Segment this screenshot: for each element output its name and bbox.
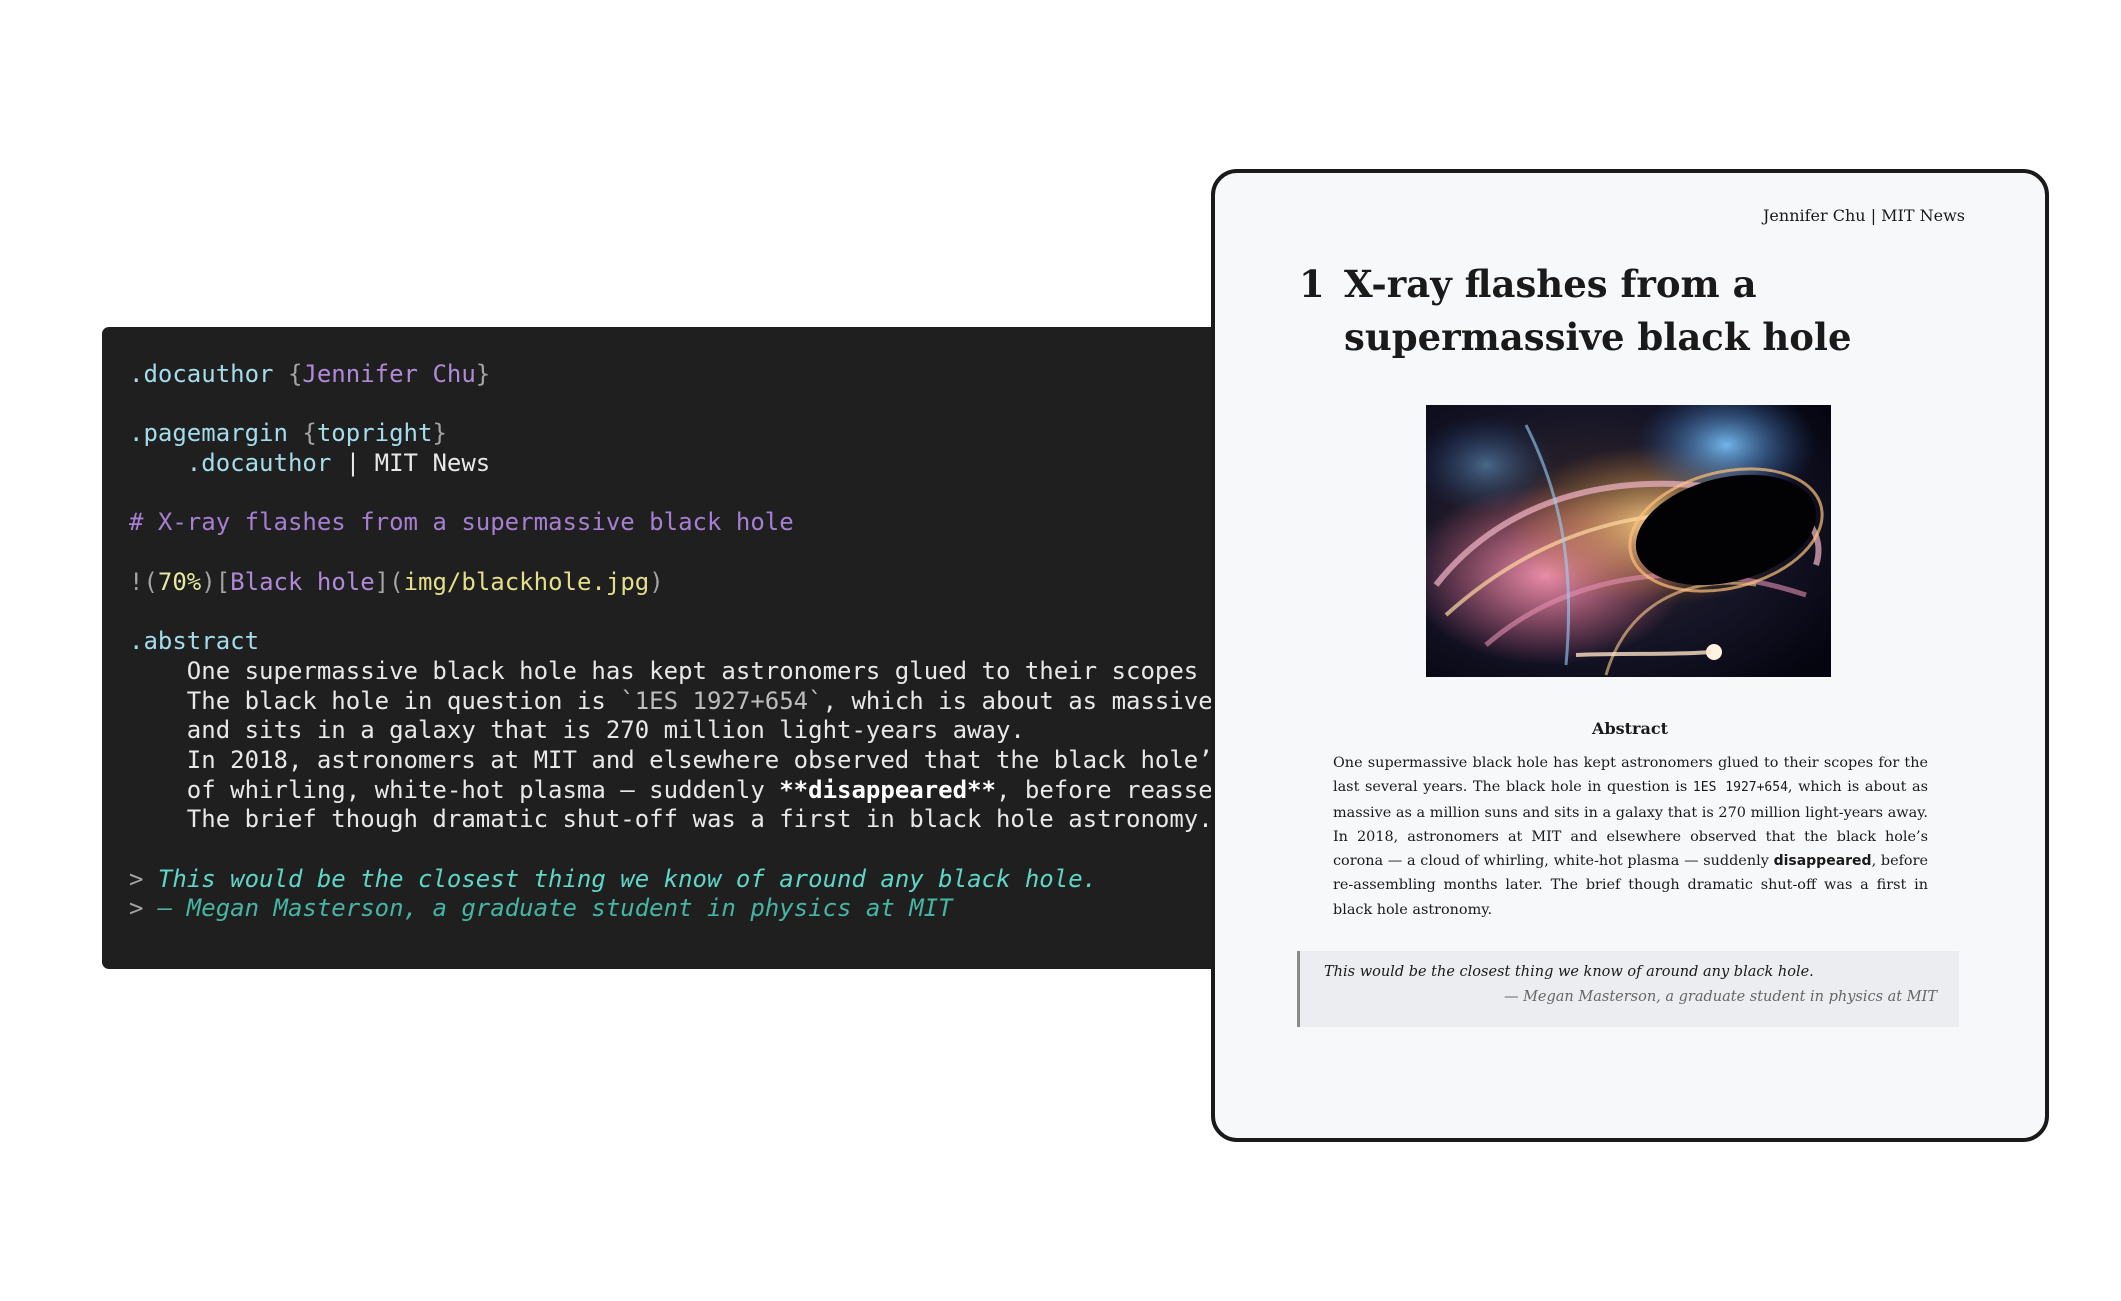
markdown-editor[interactable]: .docauthor {Jennifer Chu} .pagemargin {t… (102, 327, 1262, 969)
running-head: Jennifer Chu | MIT News (1763, 206, 1965, 225)
black-hole-image (1426, 405, 1831, 677)
section-title-text: X-ray flashes from a supermassive black … (1344, 262, 1852, 359)
code-line-abstract-text: The black hole in question is `1ES 1927+… (129, 686, 1257, 715)
code-content[interactable]: .docauthor {Jennifer Chu} .pagemargin {t… (129, 360, 1256, 924)
abstract-heading: Abstract (1592, 719, 1668, 738)
code-line-abstract: .abstract (129, 627, 260, 656)
code-line-docauthor-ref: .docauthor | MIT News (129, 449, 491, 478)
abstract-text: One supermassive black hole has kept ast… (1333, 755, 1928, 918)
code-line-abstract-text: One supermassive black hole has kept ast… (129, 656, 1257, 685)
code-line-quote: > This would be the closest thing we kno… (129, 864, 1098, 893)
code-line-heading: # X-ray flashes from a supermassive blac… (129, 508, 794, 537)
quote-text: This would be the closest thing we know … (1324, 964, 1814, 980)
inline-code: 1ES 1927+654 (1692, 780, 1788, 796)
bold-text: disappeared (1773, 853, 1872, 870)
code-line-abstract-text: The brief though dramatic shut-off was a… (129, 805, 1213, 834)
code-line-quote-attribution: > – Megan Masterson, a graduate student … (129, 894, 953, 923)
code-line-docauthor: .docauthor {Jennifer Chu} (129, 360, 491, 388)
document-preview: Jennifer Chu | MIT News 1 X-ray flashes … (1211, 169, 2049, 1142)
section-number: 1 (1299, 262, 1325, 306)
code-line-abstract-text: of whirling, white-hot plasma — suddenly… (129, 775, 1228, 804)
blockquote: This would be the closest thing we know … (1297, 951, 1959, 1027)
black-hole-illustration (1426, 405, 1831, 677)
code-line-abstract-text: In 2018, astronomers at MIT and elsewher… (129, 745, 1257, 774)
section-title: 1 X-ray flashes from a supermassive blac… (1299, 258, 1919, 364)
code-line-pagemargin: .pagemargin {topright} (129, 419, 447, 448)
quote-attribution: — Megan Masterson, a graduate student in… (1503, 989, 1937, 1005)
code-line-image: !(70%)[Black hole](img/blackhole.jpg) (129, 567, 664, 596)
code-line-abstract-text: and sits in a galaxy that is 270 million… (129, 716, 1025, 745)
